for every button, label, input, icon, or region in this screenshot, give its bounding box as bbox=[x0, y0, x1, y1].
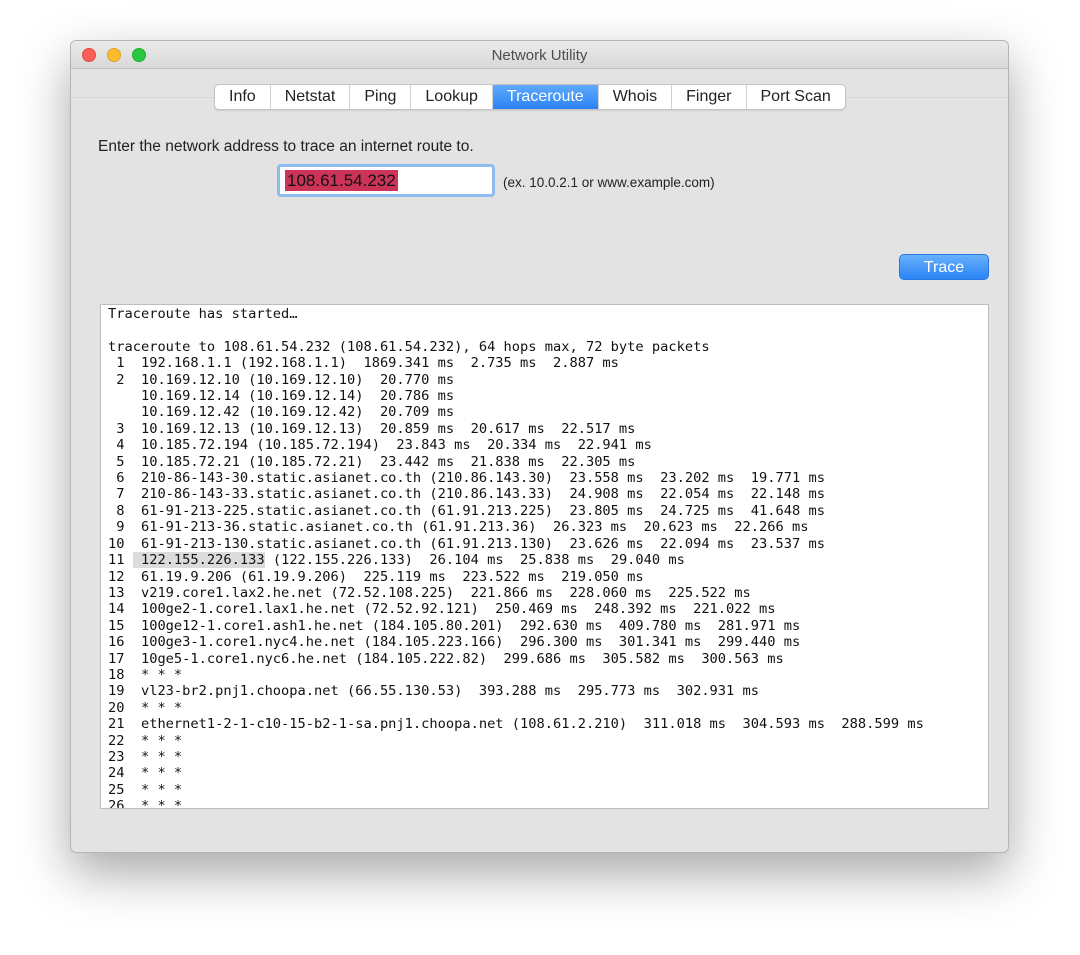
trace-button[interactable]: Trace bbox=[899, 254, 989, 280]
output-line: 4 10.185.72.194 (10.185.72.194) 23.843 m… bbox=[108, 437, 652, 454]
output-line: 9 61-91-213-36.static.asianet.co.th (61.… bbox=[108, 519, 809, 536]
output-line: 10.169.12.42 (10.169.12.42) 20.709 ms bbox=[108, 404, 455, 421]
output-line: 10.169.12.14 (10.169.12.14) 20.786 ms bbox=[108, 388, 455, 405]
traceroute-output[interactable]: Traceroute has started… traceroute to 10… bbox=[100, 304, 989, 809]
tab-info[interactable]: Info bbox=[215, 85, 271, 109]
selected-text: 122.155.226.133 bbox=[132, 552, 265, 569]
address-hint: (ex. 10.0.2.1 or www.example.com) bbox=[503, 175, 715, 190]
tab-netstat[interactable]: Netstat bbox=[271, 85, 351, 109]
tab-bar: Info Netstat Ping Lookup Traceroute Whoi… bbox=[214, 84, 846, 110]
output-line: 2 10.169.12.10 (10.169.12.10) 20.770 ms bbox=[108, 371, 455, 388]
output-lines: Traceroute has started… traceroute to 10… bbox=[108, 306, 924, 809]
output-line: 26 * * * bbox=[108, 798, 183, 809]
output-line: 24 * * * bbox=[108, 765, 183, 782]
output-line: 25 * * * bbox=[108, 781, 183, 798]
output-line: 23 * * * bbox=[108, 748, 183, 765]
window-title: Network Utility bbox=[491, 47, 588, 64]
output-line: 12 61.19.9.206 (61.19.9.206) 225.119 ms … bbox=[108, 568, 644, 585]
output-line: 17 10ge5-1.core1.nyc6.he.net (184.105.22… bbox=[108, 650, 784, 667]
tab-port-scan[interactable]: Port Scan bbox=[747, 85, 845, 109]
output-line: 19 vl23-br2.pnj1.choopa.net (66.55.130.5… bbox=[108, 683, 760, 700]
tab-traceroute[interactable]: Traceroute bbox=[492, 85, 599, 109]
output-line: 22 * * * bbox=[108, 732, 183, 749]
output-line: 7 210-86-143-33.static.asianet.co.th (21… bbox=[108, 486, 825, 503]
tab-lookup[interactable]: Lookup bbox=[411, 85, 493, 109]
output-line: traceroute to 108.61.54.232 (108.61.54.2… bbox=[108, 338, 710, 355]
title-bar: Network Utility bbox=[71, 41, 1008, 69]
tab-finger[interactable]: Finger bbox=[672, 85, 747, 109]
output-line: 3 10.169.12.13 (10.169.12.13) 20.859 ms … bbox=[108, 420, 636, 437]
output-line: 10 61-91-213-130.static.asianet.co.th (6… bbox=[108, 535, 825, 552]
output-line: Traceroute has started… bbox=[108, 306, 298, 322]
output-line: 1 192.168.1.1 (192.168.1.1) 1869.341 ms … bbox=[108, 355, 619, 372]
tab-whois[interactable]: Whois bbox=[599, 85, 673, 109]
output-line: 13 v219.core1.lax2.he.net (72.52.108.225… bbox=[108, 584, 751, 601]
output-line: 21 ethernet1-2-1-c10-15-b2-1-sa.pnj1.cho… bbox=[108, 716, 924, 733]
address-prompt-label: Enter the network address to trace an in… bbox=[98, 138, 474, 155]
address-input[interactable]: 108.61.54.232 bbox=[277, 164, 495, 197]
output-line: 5 10.185.72.21 (10.185.72.21) 23.442 ms … bbox=[108, 453, 636, 470]
output-line: 8 61-91-213-225.static.asianet.co.th (61… bbox=[108, 502, 825, 519]
output-line: 14 100ge2-1.core1.lax1.he.net (72.52.92.… bbox=[108, 601, 776, 618]
output-line: 11 122.155.226.133 (122.155.226.133) 26.… bbox=[108, 552, 685, 569]
output-line: 6 210-86-143-30.static.asianet.co.th (21… bbox=[108, 470, 825, 487]
address-input-value: 108.61.54.232 bbox=[285, 170, 398, 191]
output-line: 18 * * * bbox=[108, 666, 183, 683]
network-utility-window: Network Utility Info Netstat Ping Lookup… bbox=[70, 40, 1009, 853]
output-line: 20 * * * bbox=[108, 699, 183, 716]
output-line: 15 100ge12-1.core1.ash1.he.net (184.105.… bbox=[108, 617, 801, 634]
output-line: 16 100ge3-1.core1.nyc4.he.net (184.105.2… bbox=[108, 634, 801, 651]
tab-ping[interactable]: Ping bbox=[350, 85, 412, 109]
